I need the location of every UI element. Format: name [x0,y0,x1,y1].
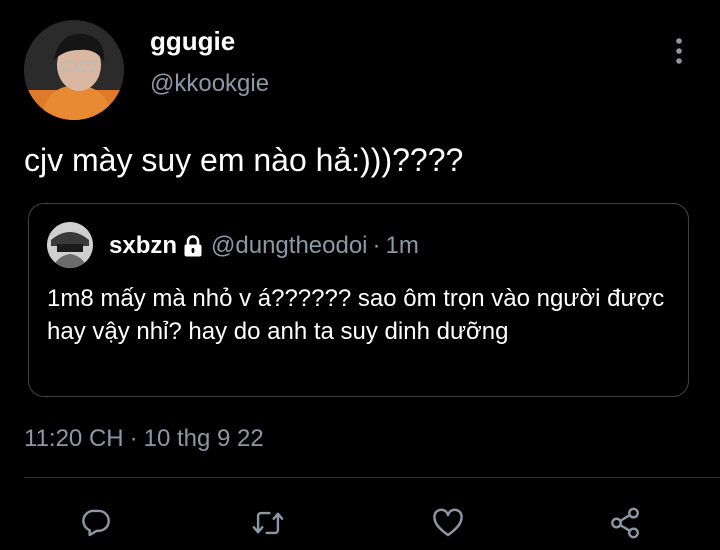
like-icon[interactable] [428,503,468,543]
author-avatar-image [24,20,124,120]
tweet-timestamp[interactable]: 11:20 CH [24,425,124,452]
author-avatar[interactable] [24,20,124,120]
author-display-name[interactable]: ggugie [150,26,235,57]
quoted-tweet-card[interactable]: sxbzn @dungtheodoi · 1m 1m8 mấy mà nhỏ v… [28,203,689,397]
quoted-author-handle: @dungtheodoi [211,232,368,259]
more-vertical-icon[interactable] [664,36,694,66]
quoted-tweet-text: 1m8 mấy mà nhỏ v á?????? sao ôm trọn vào… [47,285,665,345]
tweet-date[interactable]: 10 thg 9 22 [144,425,264,452]
quoted-tweet-header: sxbzn @dungtheodoi · 1m [109,232,419,261]
retweet-icon[interactable] [248,503,288,543]
quoted-author-name: sxbzn [109,232,178,259]
divider [24,477,720,478]
author-handle[interactable]: @kkookgie [150,70,269,99]
tweet-text: cjv mày suy em nào hả:)))???? [24,142,464,178]
tweet-meta: 11:20 CH · 10 thg 9 22 [24,425,264,454]
reply-icon[interactable] [76,503,116,543]
lock-icon [183,234,203,258]
quoted-author-avatar [47,222,93,268]
share-icon[interactable] [605,503,645,543]
quoted-separator: · [372,232,381,259]
meta-separator: · [129,425,138,452]
quoted-tweet-time: 1m [385,232,419,259]
